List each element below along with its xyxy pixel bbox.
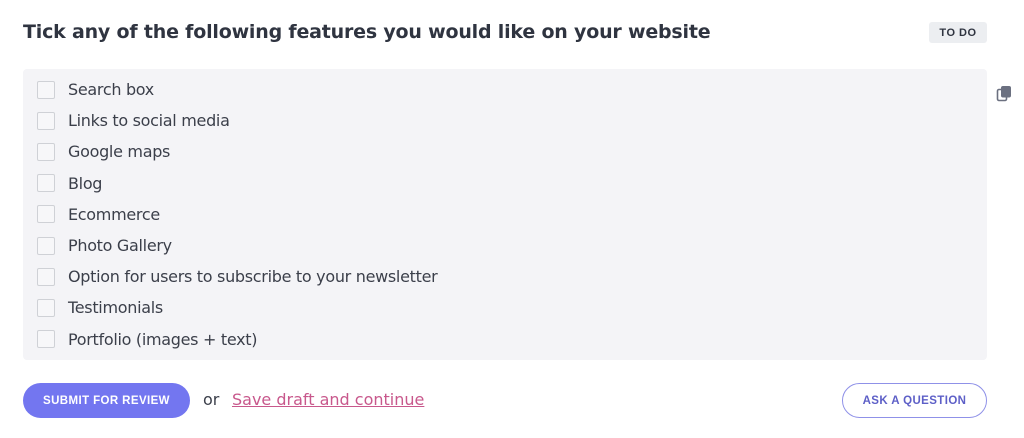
option-label: Portfolio (images + text) xyxy=(68,329,258,349)
option-item[interactable]: Google maps xyxy=(23,136,987,167)
option-item[interactable]: Blog xyxy=(23,168,987,199)
copy-icon[interactable] xyxy=(996,85,1013,102)
save-draft-link[interactable]: Save draft and continue xyxy=(232,390,424,409)
checkbox[interactable] xyxy=(37,111,55,130)
option-item[interactable]: Photo Gallery xyxy=(23,230,987,261)
option-label: Google maps xyxy=(68,142,171,162)
checkbox[interactable] xyxy=(37,267,55,286)
option-label: Photo Gallery xyxy=(68,236,172,256)
option-label: Blog xyxy=(68,173,103,193)
option-item[interactable]: Portfolio (images + text) xyxy=(23,324,987,355)
question-card: Tick any of the following features you w… xyxy=(0,0,1024,438)
option-item[interactable]: Option for users to subscribe to your ne… xyxy=(23,261,987,292)
or-text: or xyxy=(203,390,220,409)
option-label: Links to social media xyxy=(68,111,230,131)
checkbox[interactable] xyxy=(37,236,55,255)
ask-a-question-button[interactable]: ASK A QUESTION xyxy=(842,383,987,418)
checkbox[interactable] xyxy=(37,330,55,349)
checkbox[interactable] xyxy=(37,80,55,99)
checkbox[interactable] xyxy=(37,142,55,161)
option-item[interactable]: Search box xyxy=(23,74,987,105)
option-label: Search box xyxy=(68,80,154,100)
option-item[interactable]: Ecommerce xyxy=(23,199,987,230)
option-label: Ecommerce xyxy=(68,204,160,224)
checkbox[interactable] xyxy=(37,298,55,317)
status-badge: TO DO xyxy=(929,22,987,43)
option-label: Testimonials xyxy=(68,298,163,318)
checkbox[interactable] xyxy=(37,205,55,224)
option-item[interactable]: Testimonials xyxy=(23,292,987,323)
option-item[interactable]: Links to social media xyxy=(23,105,987,136)
question-title: Tick any of the following features you w… xyxy=(23,21,711,43)
options-list: Search box Links to social media Google … xyxy=(23,69,987,360)
checkbox[interactable] xyxy=(37,174,55,193)
option-label: Option for users to subscribe to your ne… xyxy=(68,267,438,287)
submit-for-review-button[interactable]: SUBMIT FOR REVIEW xyxy=(23,383,190,418)
